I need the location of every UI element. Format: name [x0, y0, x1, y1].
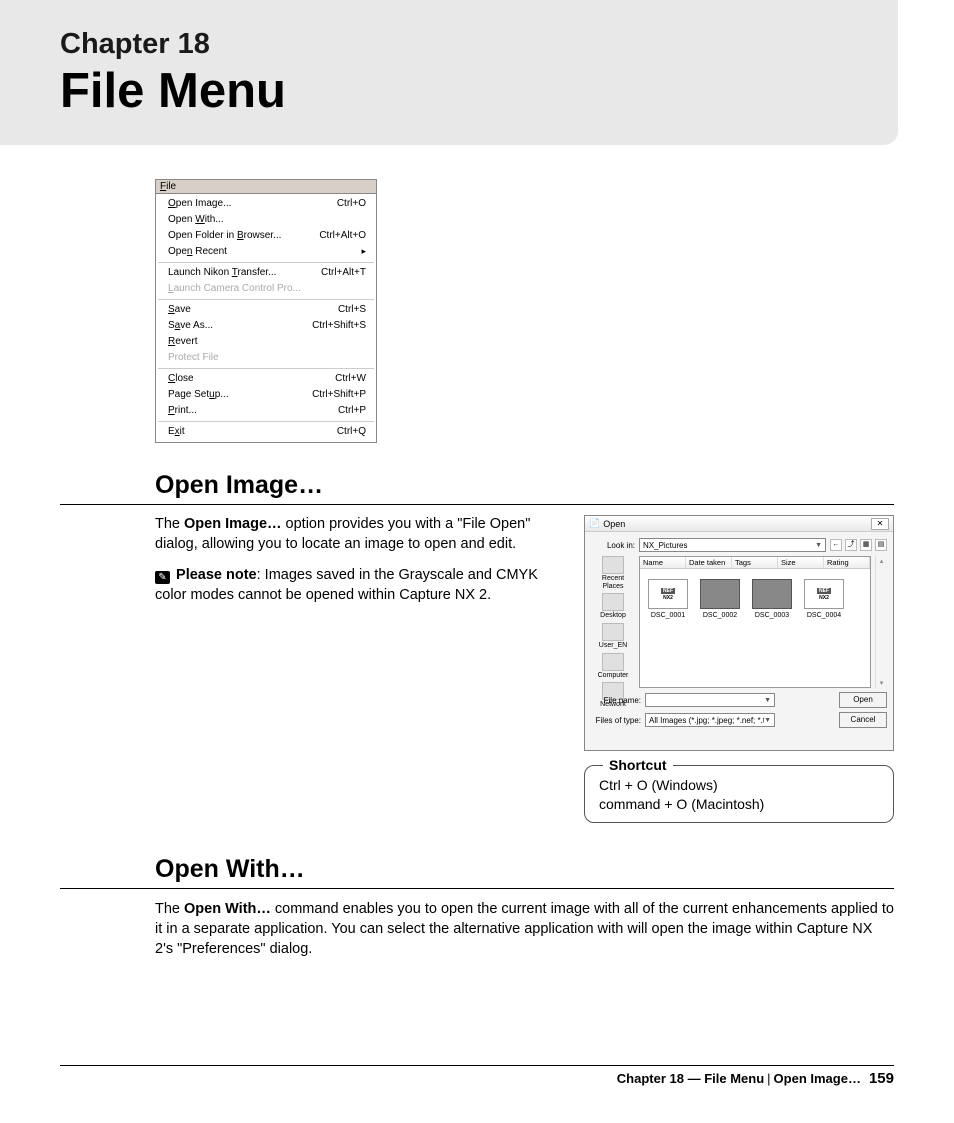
menu-title: File	[156, 180, 376, 194]
menu-item: Open Folder in Browser...Ctrl+Alt+O	[158, 228, 374, 244]
rule	[60, 888, 894, 889]
file-menu-screenshot: File Open Image...Ctrl+OOpen With...Open…	[155, 179, 377, 443]
places-item: User_EN	[593, 623, 633, 650]
file-name-field: ▼	[645, 693, 775, 707]
menu-item: Open Image...Ctrl+O	[158, 196, 374, 212]
menu-item: Revert	[158, 334, 374, 350]
menu-item: SaveCtrl+S	[158, 302, 374, 318]
note-icon: ✎	[155, 571, 170, 584]
chapter-header: Chapter 18 File Menu	[0, 0, 898, 145]
nav-icons: ← ⤴ ▦ ▤	[830, 539, 887, 551]
column-header: Tags	[732, 557, 778, 568]
menu-item: Launch Nikon Transfer...Ctrl+Alt+T	[158, 265, 374, 281]
look-in-combo: NX_Pictures▼	[639, 538, 826, 552]
menu-item: ExitCtrl+Q	[158, 424, 374, 440]
file-thumbnail: DSC_0002	[698, 579, 742, 677]
new-folder-icon: ▦	[860, 539, 872, 551]
footer-section: Open Image…	[774, 1071, 861, 1086]
section-heading-open-with: Open With…	[60, 855, 894, 884]
open-with-text: The Open With… command enables you to op…	[60, 899, 894, 959]
chapter-label: Chapter 18	[60, 28, 898, 61]
places-item: Computer	[593, 653, 633, 680]
shortcut-mac: command + O (Macintosh)	[599, 795, 879, 814]
shortcut-legend: Shortcut	[603, 756, 673, 775]
view-icon: ▤	[875, 539, 887, 551]
text-bold: Open With…	[184, 901, 271, 917]
column-header: Size	[778, 557, 824, 568]
file-thumbnail: NEFNX2DSC_0004	[802, 579, 846, 677]
text: The	[155, 901, 184, 917]
menu-item: Open Recent▸	[158, 244, 374, 260]
page-footer: Chapter 18 — File Menu|Open Image…159	[60, 1065, 894, 1087]
page-number: 159	[869, 1070, 894, 1087]
rule	[60, 504, 894, 505]
file-thumbnail: DSC_0003	[750, 579, 794, 677]
menu-item: Save As...Ctrl+Shift+S	[158, 318, 374, 334]
file-type-combo: All Images (*.jpg; *.jpeg; *.nef; *.tif;…	[645, 713, 775, 727]
menu-item: CloseCtrl+W	[158, 371, 374, 387]
dialog-title: 📄 Open	[589, 518, 625, 529]
text-bold: Open Image…	[184, 516, 282, 532]
menu-item: Open With...	[158, 212, 374, 228]
chapter-title: File Menu	[60, 63, 898, 119]
column-header: Rating	[824, 557, 870, 568]
up-icon: ⤴	[845, 539, 857, 551]
text: The	[155, 516, 184, 532]
places-item: Recent Places	[593, 556, 633, 590]
menu-item: Protect File	[158, 350, 374, 366]
file-type-label: Files of type:	[591, 716, 641, 725]
shortcut-box: Shortcut Ctrl + O (Windows) command + O …	[584, 765, 894, 823]
file-thumbnail: NEFNX2DSC_0001	[646, 579, 690, 677]
open-button: Open	[839, 692, 887, 708]
open-image-text: The Open Image… option provides you with…	[155, 515, 562, 823]
shortcut-windows: Ctrl + O (Windows)	[599, 776, 879, 795]
file-name-label: File name:	[591, 696, 641, 705]
close-icon: ✕	[871, 518, 889, 530]
menu-item: Launch Camera Control Pro...	[158, 281, 374, 297]
open-dialog-screenshot: 📄 Open ✕ Look in: NX_Pictures▼ ← ⤴ ▦ ▤	[584, 515, 894, 751]
column-header: Name	[640, 557, 686, 568]
footer-chapter: Chapter 18 — File Menu	[617, 1071, 764, 1086]
cancel-button: Cancel	[839, 712, 887, 728]
back-icon: ←	[830, 539, 842, 551]
section-heading-open-image: Open Image…	[60, 471, 894, 500]
scrollbar: ▴▾	[875, 556, 887, 688]
note-label: Please note	[176, 567, 257, 583]
menu-item: Page Setup...Ctrl+Shift+P	[158, 387, 374, 403]
look-in-label: Look in:	[591, 541, 635, 550]
column-header: Date taken	[686, 557, 732, 568]
places-item: Desktop	[593, 593, 633, 620]
menu-item: Print...Ctrl+P	[158, 403, 374, 419]
